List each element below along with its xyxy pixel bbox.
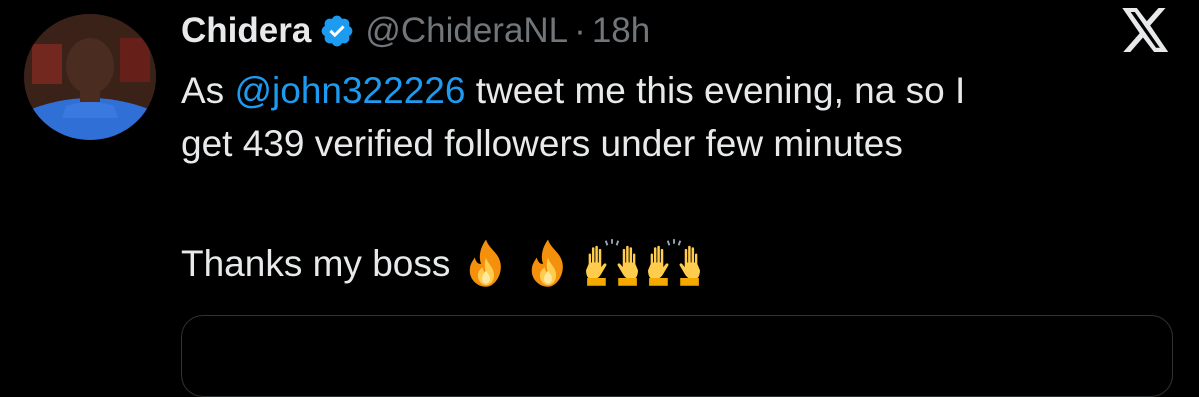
separator-dot: · xyxy=(574,11,586,50)
tweet-body: As @john322226 tweet me this evening, na… xyxy=(181,64,1171,170)
raising-hands-emoji-icon xyxy=(646,238,701,290)
author-handle[interactable]: @ChideraNL xyxy=(365,11,568,51)
avatar-image xyxy=(24,14,156,140)
tweet-text-line-1: As @john322226 tweet me this evening, na… xyxy=(181,64,1171,117)
verified-badge-icon xyxy=(319,13,355,49)
avatar[interactable] xyxy=(24,14,156,140)
fire-emoji-icon xyxy=(522,238,574,290)
quoted-tweet-card[interactable] xyxy=(181,315,1173,397)
author-display-name[interactable]: Chidera xyxy=(181,11,311,51)
tweet-header: Chidera @ChideraNL · 18h xyxy=(181,6,650,56)
raising-hands-emoji-icon xyxy=(584,238,639,290)
tweet-text-suffix: tweet me this evening, na so I xyxy=(465,70,966,111)
thanks-text: Thanks my boss xyxy=(181,243,451,284)
tweet-text-line-3: Thanks my boss xyxy=(181,237,701,290)
tweet-timestamp[interactable]: 18h xyxy=(592,11,650,51)
mention-link[interactable]: @john322226 xyxy=(234,70,465,111)
tweet-text-line-2: get 439 verified followers under few min… xyxy=(181,123,903,164)
fire-emoji-icon xyxy=(460,238,512,290)
x-logo-icon xyxy=(1122,8,1170,52)
tweet-text-prefix: As xyxy=(181,70,235,111)
